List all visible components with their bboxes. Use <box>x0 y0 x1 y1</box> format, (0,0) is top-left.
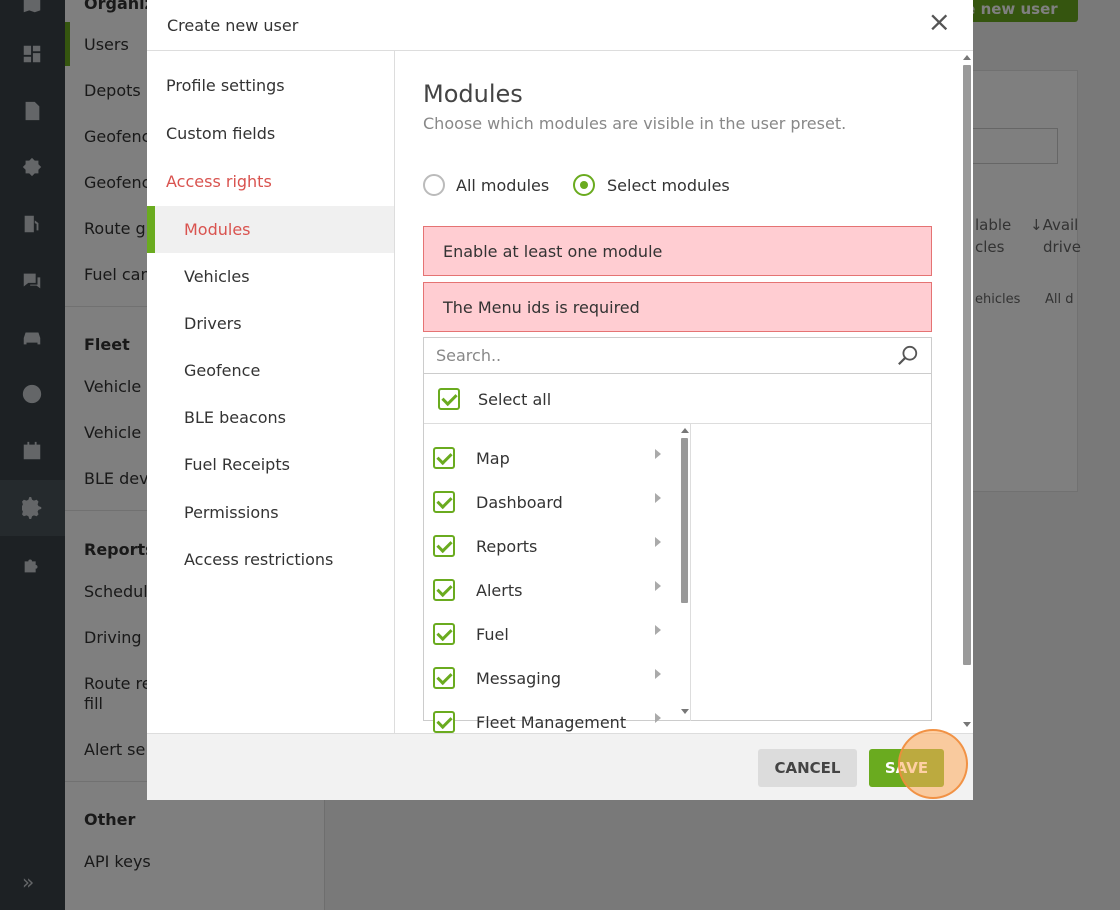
create-user-modal: Create new user × Profile settings Custo… <box>147 0 973 800</box>
modal-nav: Profile settings Custom fields Access ri… <box>147 51 395 733</box>
module-label: Fleet Management <box>476 713 627 732</box>
chevron-right-icon[interactable] <box>655 537 661 547</box>
chevron-right-icon[interactable] <box>655 449 661 459</box>
nav-item-vehicles[interactable]: Vehicles <box>184 267 250 286</box>
radio-select-modules-label[interactable]: Select modules <box>607 176 730 195</box>
modal-title: Create new user <box>167 16 299 35</box>
module-checkbox[interactable] <box>433 447 455 469</box>
list-item[interactable]: Map <box>424 437 689 481</box>
module-label: Reports <box>476 537 538 556</box>
search-input[interactable] <box>425 339 885 372</box>
list-divider <box>690 424 691 721</box>
chevron-right-icon[interactable] <box>655 581 661 591</box>
nav-item-profile-settings[interactable]: Profile settings <box>166 76 285 95</box>
module-checkbox[interactable] <box>433 667 455 689</box>
cancel-button[interactable]: CANCEL <box>758 749 857 787</box>
module-checkbox[interactable] <box>433 711 455 733</box>
list-item[interactable]: Reports <box>424 525 689 569</box>
module-checkbox[interactable] <box>433 579 455 601</box>
scroll-down-icon[interactable] <box>963 722 971 727</box>
close-icon[interactable]: × <box>928 8 951 36</box>
modules-panel: Modules Choose which modules are visible… <box>395 51 973 733</box>
nav-item-permissions[interactable]: Permissions <box>184 503 279 522</box>
list-item[interactable]: Alerts <box>424 569 689 613</box>
nav-item-access-rights[interactable]: Access rights <box>166 172 272 191</box>
select-all-checkbox[interactable] <box>438 388 460 410</box>
nav-item-custom-fields[interactable]: Custom fields <box>166 124 275 143</box>
nav-item-ble-beacons[interactable]: BLE beacons <box>184 408 286 427</box>
module-list: Select all Map Dashboard Reports Alerts <box>423 374 932 733</box>
list-item[interactable]: Messaging <box>424 657 689 701</box>
module-checkbox[interactable] <box>433 623 455 645</box>
section-subtitle: Choose which modules are visible in the … <box>423 114 847 133</box>
chevron-right-icon[interactable] <box>655 625 661 635</box>
section-title: Modules <box>423 80 523 108</box>
list-item[interactable]: Fuel <box>424 613 689 657</box>
radio-all-modules[interactable] <box>423 174 445 196</box>
nav-item-drivers[interactable]: Drivers <box>184 314 242 333</box>
nav-item-access-restrictions[interactable]: Access restrictions <box>184 550 333 569</box>
module-search <box>423 337 932 374</box>
chevron-right-icon[interactable] <box>655 713 661 723</box>
error-alert: Enable at least one module <box>423 226 932 276</box>
module-label: Messaging <box>476 669 562 688</box>
module-checkbox[interactable] <box>433 535 455 557</box>
save-button[interactable]: SAVE <box>869 749 944 787</box>
modal-footer: CANCEL SAVE <box>147 733 973 800</box>
search-icon[interactable] <box>897 345 919 367</box>
module-label: Alerts <box>476 581 523 600</box>
radio-select-modules[interactable] <box>573 174 595 196</box>
list-item[interactable]: Dashboard <box>424 481 689 525</box>
module-label: Fuel <box>476 625 509 644</box>
error-alert: The Menu ids is required <box>423 282 932 332</box>
nav-item-geofence[interactable]: Geofence <box>184 361 260 380</box>
chevron-right-icon[interactable] <box>655 669 661 679</box>
scroll-up-icon[interactable] <box>681 428 689 433</box>
content-scrollbar[interactable] <box>961 55 971 728</box>
module-label: Dashboard <box>476 493 563 512</box>
scrollbar-thumb[interactable] <box>681 438 688 603</box>
module-list-scrollbar[interactable] <box>680 426 690 719</box>
scroll-down-icon[interactable] <box>681 709 689 714</box>
radio-all-modules-label[interactable]: All modules <box>456 176 549 195</box>
nav-active-indicator <box>147 206 155 253</box>
nav-item-modules[interactable]: Modules <box>184 220 251 239</box>
select-all-label[interactable]: Select all <box>478 390 551 409</box>
module-label: Map <box>476 449 510 468</box>
chevron-right-icon[interactable] <box>655 493 661 503</box>
scroll-up-icon[interactable] <box>963 55 971 60</box>
list-item[interactable]: Fleet Management <box>424 701 689 733</box>
scrollbar-thumb[interactable] <box>963 65 971 665</box>
modal-header: Create new user × <box>147 0 973 51</box>
nav-item-fuel-receipts[interactable]: Fuel Receipts <box>184 455 290 474</box>
module-checkbox[interactable] <box>433 491 455 513</box>
select-all-row[interactable]: Select all <box>424 374 931 424</box>
